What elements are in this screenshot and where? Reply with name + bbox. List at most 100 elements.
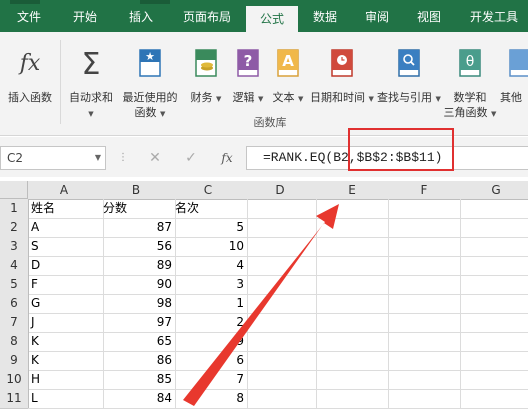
column-header-c[interactable]: C [172,181,245,200]
column-header-f[interactable]: F [388,181,461,200]
cell[interactable]: 89 [100,256,176,276]
column-header-e[interactable]: E [316,181,389,200]
cell[interactable]: 5 [172,218,248,238]
tab-insert[interactable]: 插入 [118,0,164,32]
logical-button[interactable]: ? 逻辑 ▼ [228,42,268,124]
cell[interactable] [244,256,317,276]
cell[interactable]: 2 [172,313,248,333]
cell[interactable] [388,370,461,390]
cell[interactable]: 4 [172,256,248,276]
row-header[interactable]: 7 [0,313,29,333]
cell[interactable] [316,218,389,238]
cell[interactable]: A [28,218,104,238]
cell[interactable] [388,389,461,409]
cell[interactable] [244,351,317,371]
cell[interactable] [316,332,389,352]
cell[interactable]: J [28,313,104,333]
cell[interactable] [244,294,317,314]
cell[interactable]: H [28,370,104,390]
name-box[interactable]: C2 ▼ [0,146,106,170]
cell[interactable] [460,332,528,352]
cell[interactable] [316,351,389,371]
cell[interactable]: 85 [100,370,176,390]
row-header[interactable]: 10 [0,370,29,390]
cell[interactable] [460,237,528,257]
column-header-a[interactable]: A [28,181,101,200]
cell[interactable]: 56 [100,237,176,257]
row-header[interactable]: 1 [0,199,29,219]
cell[interactable]: 9 [172,332,248,352]
cell[interactable]: K [28,351,104,371]
cell[interactable]: 97 [100,313,176,333]
recent-functions-button[interactable]: ★ 最近使用的 函数 ▼ [118,42,182,124]
enter-icon[interactable]: ✓ [180,146,202,170]
cell[interactable] [388,332,461,352]
row-header[interactable]: 11 [0,389,29,409]
financial-button[interactable]: 财务 ▼ [184,42,228,124]
cell[interactable] [244,237,317,257]
cell[interactable]: 6 [172,351,248,371]
column-header-b[interactable]: B [100,181,173,200]
cell[interactable]: 84 [100,389,176,409]
cell[interactable]: 86 [100,351,176,371]
tab-formulas[interactable]: 公式 [246,6,298,32]
row-header[interactable]: 5 [0,275,29,295]
row-header[interactable]: 2 [0,218,29,238]
cell[interactable] [460,256,528,276]
cell[interactable] [460,199,528,219]
cell[interactable] [388,275,461,295]
cell[interactable]: D [28,256,104,276]
cell[interactable]: 姓名 [28,199,104,219]
cell[interactable]: 65 [100,332,176,352]
cell[interactable] [244,313,317,333]
text-functions-button[interactable]: A 文本 ▼ [268,42,308,124]
math-trig-button[interactable]: θ 数学和 三角函数 ▼ [442,42,498,124]
lookup-reference-button[interactable]: 查找与引用 ▼ [376,42,442,124]
cell[interactable] [388,351,461,371]
cell[interactable]: 8 [172,389,248,409]
cell[interactable] [388,218,461,238]
cell[interactable] [316,313,389,333]
cell[interactable] [316,370,389,390]
formula-bar-grip[interactable]: ⋮ [118,146,128,170]
cell[interactable]: 90 [100,275,176,295]
row-header[interactable]: 9 [0,351,29,371]
tab-file[interactable]: 文件 [6,0,52,32]
insert-function-fx-icon[interactable]: fx [216,146,238,170]
cell[interactable] [460,313,528,333]
more-functions-button[interactable]: 其他 [500,42,528,124]
cell[interactable] [316,199,389,219]
cell[interactable]: S [28,237,104,257]
cell[interactable] [316,256,389,276]
cell[interactable]: F [28,275,104,295]
cancel-icon[interactable]: ✕ [144,146,166,170]
cell[interactable] [388,256,461,276]
cell[interactable] [244,218,317,238]
cell[interactable] [244,332,317,352]
cell[interactable] [244,389,317,409]
cell[interactable]: 3 [172,275,248,295]
cell[interactable] [388,294,461,314]
tab-home[interactable]: 开始 [62,0,108,32]
cell[interactable]: L [28,389,104,409]
tab-page-layout[interactable]: 页面布局 [172,0,242,32]
tab-data[interactable]: 数据 [302,0,348,32]
cell[interactable] [460,275,528,295]
cell[interactable]: 87 [100,218,176,238]
cell[interactable] [244,370,317,390]
cell[interactable]: 98 [100,294,176,314]
cell[interactable] [460,294,528,314]
cell[interactable]: 10 [172,237,248,257]
tab-developer[interactable]: 开发工具 [460,0,528,32]
autosum-button[interactable]: Σ 自动求和 ▼ [64,42,118,124]
cell[interactable] [460,351,528,371]
column-header-d[interactable]: D [244,181,317,200]
cell[interactable] [460,218,528,238]
insert-function-button[interactable]: fx 插入函数 [2,42,58,124]
cell[interactable] [316,389,389,409]
row-header[interactable]: 6 [0,294,29,314]
cell[interactable] [244,199,317,219]
cell[interactable]: K [28,332,104,352]
cell[interactable] [316,237,389,257]
cell[interactable] [388,237,461,257]
